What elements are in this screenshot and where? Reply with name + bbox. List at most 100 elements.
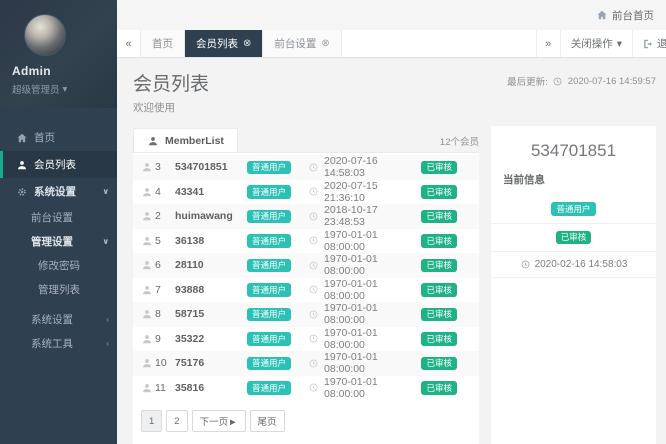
clock-icon	[307, 310, 319, 319]
user-icon	[139, 236, 155, 246]
user-icon	[139, 309, 155, 319]
role-badge: 普通用户	[247, 381, 291, 395]
member-time-text: 2018-10-17 23:48:53	[324, 204, 421, 228]
tab-close-icon[interactable]: ⊗	[243, 38, 251, 49]
role-badge: 普通用户	[247, 357, 291, 371]
member-row[interactable]: 8 58715 普通用户 1970-01-01 08:00:00 已审核	[133, 302, 479, 327]
tab-scroll-left-icon[interactable]: «	[117, 30, 141, 57]
logout-button[interactable]: 退出	[632, 30, 666, 57]
tab-frontend-settings[interactable]: 前台设置 ⊗	[263, 30, 341, 57]
member-row[interactable]: 2 huimawang 普通用户 2018-10-17 23:48:53 已审核	[133, 204, 479, 229]
pagination-button[interactable]: 2	[166, 410, 187, 432]
member-row[interactable]: 10 75176 普通用户 1970-01-01 08:00:00 已审核	[133, 351, 479, 376]
register-time: 1970-01-01 08:00:00	[307, 253, 421, 277]
user-icon	[139, 162, 155, 172]
gear-icon	[16, 187, 28, 197]
sidebar-item-admin-settings[interactable]: 管理设置 ∨	[0, 229, 117, 253]
member-name: 93888	[175, 284, 247, 296]
register-time: 1970-01-01 08:00:00	[307, 351, 421, 375]
status-badge: 已审核	[556, 231, 592, 245]
member-time-text: 1970-01-01 08:00:00	[324, 229, 421, 253]
topbar: 前台首页	[117, 0, 666, 30]
sidebar-item-label: 管理列表	[38, 282, 80, 297]
frontend-home-link[interactable]: 前台首页	[596, 8, 654, 23]
member-row[interactable]: 5 36138 普通用户 1970-01-01 08:00:00 已审核	[133, 229, 479, 254]
tab-label: 前台设置	[274, 36, 316, 51]
sidebar-item-system-settings[interactable]: 系统设置 ∨	[0, 178, 117, 205]
user-icon	[139, 358, 155, 368]
tab-close-icon[interactable]: ⊗	[321, 38, 329, 49]
profile-name: Admin	[12, 64, 109, 78]
user-icon	[139, 285, 155, 295]
member-row[interactable]: 4 43341 普通用户 2020-07-15 21:36:10 已审核	[133, 180, 479, 205]
sidebar-item-label: 系统设置	[31, 312, 73, 327]
tab-member-list[interactable]: 会员列表 ⊗	[185, 30, 263, 57]
user-icon	[139, 187, 155, 197]
sidebar: Admin 超级管理员 ▾ 首页 会员列表 系统设置 ∨ 前台设置 管理设置 ∨…	[0, 0, 117, 444]
member-id: 5	[155, 235, 175, 247]
role-badge: 普通用户	[551, 202, 595, 216]
member-id: 11	[155, 382, 175, 394]
sidebar-nav: 首页 会员列表 系统设置 ∨ 前台设置 管理设置 ∨ 修改密码 管理列表 系统设…	[0, 124, 117, 355]
columns: MemberList 12个会员 3 534701851 普通用户 2020-0…	[133, 126, 656, 444]
sidebar-item-system-tools[interactable]: 系统工具 ‹	[0, 331, 117, 355]
clock-icon	[307, 187, 319, 196]
member-name: 43341	[175, 186, 247, 198]
member-id: 3	[155, 161, 175, 173]
sidebar-item-frontend-settings[interactable]: 前台设置	[0, 205, 117, 229]
detail-card: 534701851 当前信息 普通用户 已审核 2020-02-16 14:58…	[491, 126, 656, 444]
tab-home[interactable]: 首页	[141, 30, 185, 57]
sidebar-item-label: 修改密码	[38, 258, 80, 273]
clock-icon	[307, 383, 319, 392]
status-badge: 已审核	[421, 357, 457, 371]
register-time: 1970-01-01 08:00:00	[307, 327, 421, 351]
user-icon	[139, 334, 155, 344]
content: 会员列表 欢迎使用 最后更新: 2020-07-16 14:59:57 Memb…	[117, 58, 666, 444]
sidebar-item-label: 首页	[34, 130, 55, 145]
register-time: 2018-10-17 23:48:53	[307, 204, 421, 228]
close-operations-dropdown[interactable]: 关闭操作 ▾	[560, 30, 632, 57]
chevron-down-icon: ∨	[103, 237, 110, 246]
status-badge: 已审核	[421, 210, 457, 224]
tab-label: 首页	[152, 36, 173, 51]
avatar[interactable]	[24, 14, 66, 56]
tabbar: « 首页 会员列表 ⊗ 前台设置 ⊗ » 关闭操作 ▾ 退出	[117, 30, 666, 58]
sidebar-item-change-password[interactable]: 修改密码	[0, 253, 117, 277]
caret-down-icon: ▾	[63, 84, 68, 95]
member-row[interactable]: 9 35322 普通用户 1970-01-01 08:00:00 已审核	[133, 327, 479, 352]
status-badge: 已审核	[421, 161, 457, 175]
tab-scroll-right-icon[interactable]: »	[536, 30, 560, 57]
close-operations-label: 关闭操作	[571, 36, 613, 51]
member-row[interactable]: 11 35816 普通用户 1970-01-01 08:00:00 已审核	[133, 376, 479, 401]
status-badge: 已审核	[421, 234, 457, 248]
main-area: 前台首页 « 首页 会员列表 ⊗ 前台设置 ⊗ » 关闭操作 ▾ 退出	[117, 0, 666, 444]
sidebar-item-admin-list[interactable]: 管理列表	[0, 277, 117, 301]
pagination-button[interactable]: 1	[141, 410, 162, 432]
detail-time-text: 2020-02-16 14:58:03	[535, 259, 628, 270]
clock-icon	[552, 77, 564, 86]
detail-status-row: 已审核	[491, 223, 656, 252]
member-row[interactable]: 3 534701851 普通用户 2020-07-16 14:58:03 已审核	[133, 155, 479, 180]
member-id: 7	[155, 284, 175, 296]
tab-member-list[interactable]: MemberList	[133, 128, 238, 152]
member-name: 35322	[175, 333, 247, 345]
sidebar-item-member-list[interactable]: 会员列表	[0, 151, 117, 178]
clock-icon	[520, 260, 532, 269]
role-badge: 普通用户	[247, 283, 291, 297]
detail-title: 534701851	[491, 126, 656, 170]
role-badge: 普通用户	[247, 185, 291, 199]
sidebar-item-home[interactable]: 首页	[0, 124, 117, 151]
member-row[interactable]: 6 28110 普通用户 1970-01-01 08:00:00 已审核	[133, 253, 479, 278]
status-badge: 已审核	[421, 185, 457, 199]
pagination-button[interactable]: 下一页►	[192, 410, 246, 432]
sidebar-item-system-config[interactable]: 系统设置 ‹	[0, 307, 117, 331]
profile-role-dropdown[interactable]: 超级管理员 ▾	[12, 82, 109, 96]
chevron-left-icon: ‹	[106, 339, 109, 348]
pagination-button[interactable]: 尾页	[250, 410, 285, 432]
status-badge: 已审核	[421, 381, 457, 395]
member-time-text: 1970-01-01 08:00:00	[324, 351, 421, 375]
member-row[interactable]: 7 93888 普通用户 1970-01-01 08:00:00 已审核	[133, 278, 479, 303]
member-card-tabs: MemberList 12个会员	[133, 126, 479, 152]
sidebar-item-label: 系统设置	[34, 184, 76, 199]
member-card: MemberList 12个会员 3 534701851 普通用户 2020-0…	[133, 126, 479, 444]
